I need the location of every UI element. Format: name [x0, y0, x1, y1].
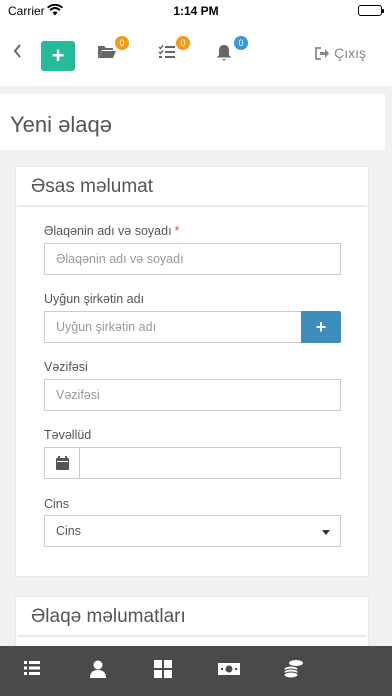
folder-badge: 0: [115, 36, 129, 50]
calendar-addon[interactable]: [44, 447, 80, 479]
gender-label: Cins: [44, 497, 70, 511]
status-time: 1:14 PM: [173, 4, 219, 18]
position-label: Vəzifəsi: [44, 360, 88, 374]
list-icon: [24, 661, 40, 675]
logout-label: Çıxış: [334, 45, 366, 61]
bell-icon: [217, 45, 231, 61]
tab-dashboard[interactable]: [153, 659, 177, 683]
birthdate-label: Təvəllüd: [44, 428, 92, 442]
folder-open-icon: [98, 46, 116, 58]
tab-money[interactable]: [217, 659, 241, 683]
coins-icon: [283, 660, 303, 679]
basic-info-title: Əsas məlumat: [17, 167, 367, 207]
page-header: Yeni əlaqə: [0, 94, 385, 150]
add-company-button[interactable]: +: [301, 311, 341, 343]
gender-selected: Cins: [56, 524, 82, 538]
company-label: Uyğun şirkətin adı: [44, 292, 145, 306]
money-icon: [218, 663, 240, 675]
status-bar: Carrier 1:14 PM: [0, 0, 392, 22]
position-placeholder: Vəzifəsi: [56, 388, 100, 402]
tasks-list-icon: [158, 45, 175, 58]
company-placeholder: Uyğun şirkətin adı: [56, 320, 157, 334]
logout-button[interactable]: Çıxış: [315, 45, 366, 61]
birthdate-input[interactable]: [79, 447, 341, 479]
tasks-badge: 0: [176, 36, 190, 50]
back-button[interactable]: [12, 42, 30, 64]
add-button[interactable]: +: [41, 41, 75, 71]
contact-name-placeholder: Əlaqənin adı və soyadı: [56, 252, 184, 266]
contact-info-title: Əlaqə məlumatları: [17, 597, 367, 637]
top-toolbar: + 0 0 0 Çıxış: [0, 22, 392, 86]
company-input[interactable]: Uyğun şirkətin adı: [44, 311, 302, 343]
page-title: Yeni əlaqə: [10, 112, 112, 137]
chevron-left-icon: [13, 44, 21, 58]
gender-select[interactable]: Cins: [44, 515, 341, 547]
notifications-badge: 0: [234, 36, 248, 50]
folder-button[interactable]: 0: [97, 36, 129, 68]
caret-down-icon: [322, 530, 330, 535]
tab-user[interactable]: [88, 659, 112, 683]
required-mark: *: [174, 224, 180, 238]
bottom-tab-bar: [0, 646, 392, 696]
grid-icon: [154, 660, 172, 678]
contact-name-label-text: Əlaqənin adı və soyadı: [44, 224, 172, 238]
sign-out-icon: [315, 47, 330, 60]
tab-coins[interactable]: [283, 659, 307, 683]
calendar-icon: [56, 456, 69, 470]
notifications-button[interactable]: 0: [216, 36, 248, 68]
basic-info-panel: Əsas məlumat Əlaqənin adı və soyadı * Əla…: [15, 166, 369, 577]
contact-name-input[interactable]: Əlaqənin adı və soyadı: [44, 243, 341, 275]
contact-name-label: Əlaqənin adı və soyadı *: [44, 224, 179, 238]
battery-icon: [358, 5, 384, 16]
tasks-button[interactable]: 0: [158, 36, 190, 68]
position-input[interactable]: Vəzifəsi: [44, 379, 341, 411]
tab-list[interactable]: [22, 659, 46, 683]
user-icon: [90, 660, 106, 678]
